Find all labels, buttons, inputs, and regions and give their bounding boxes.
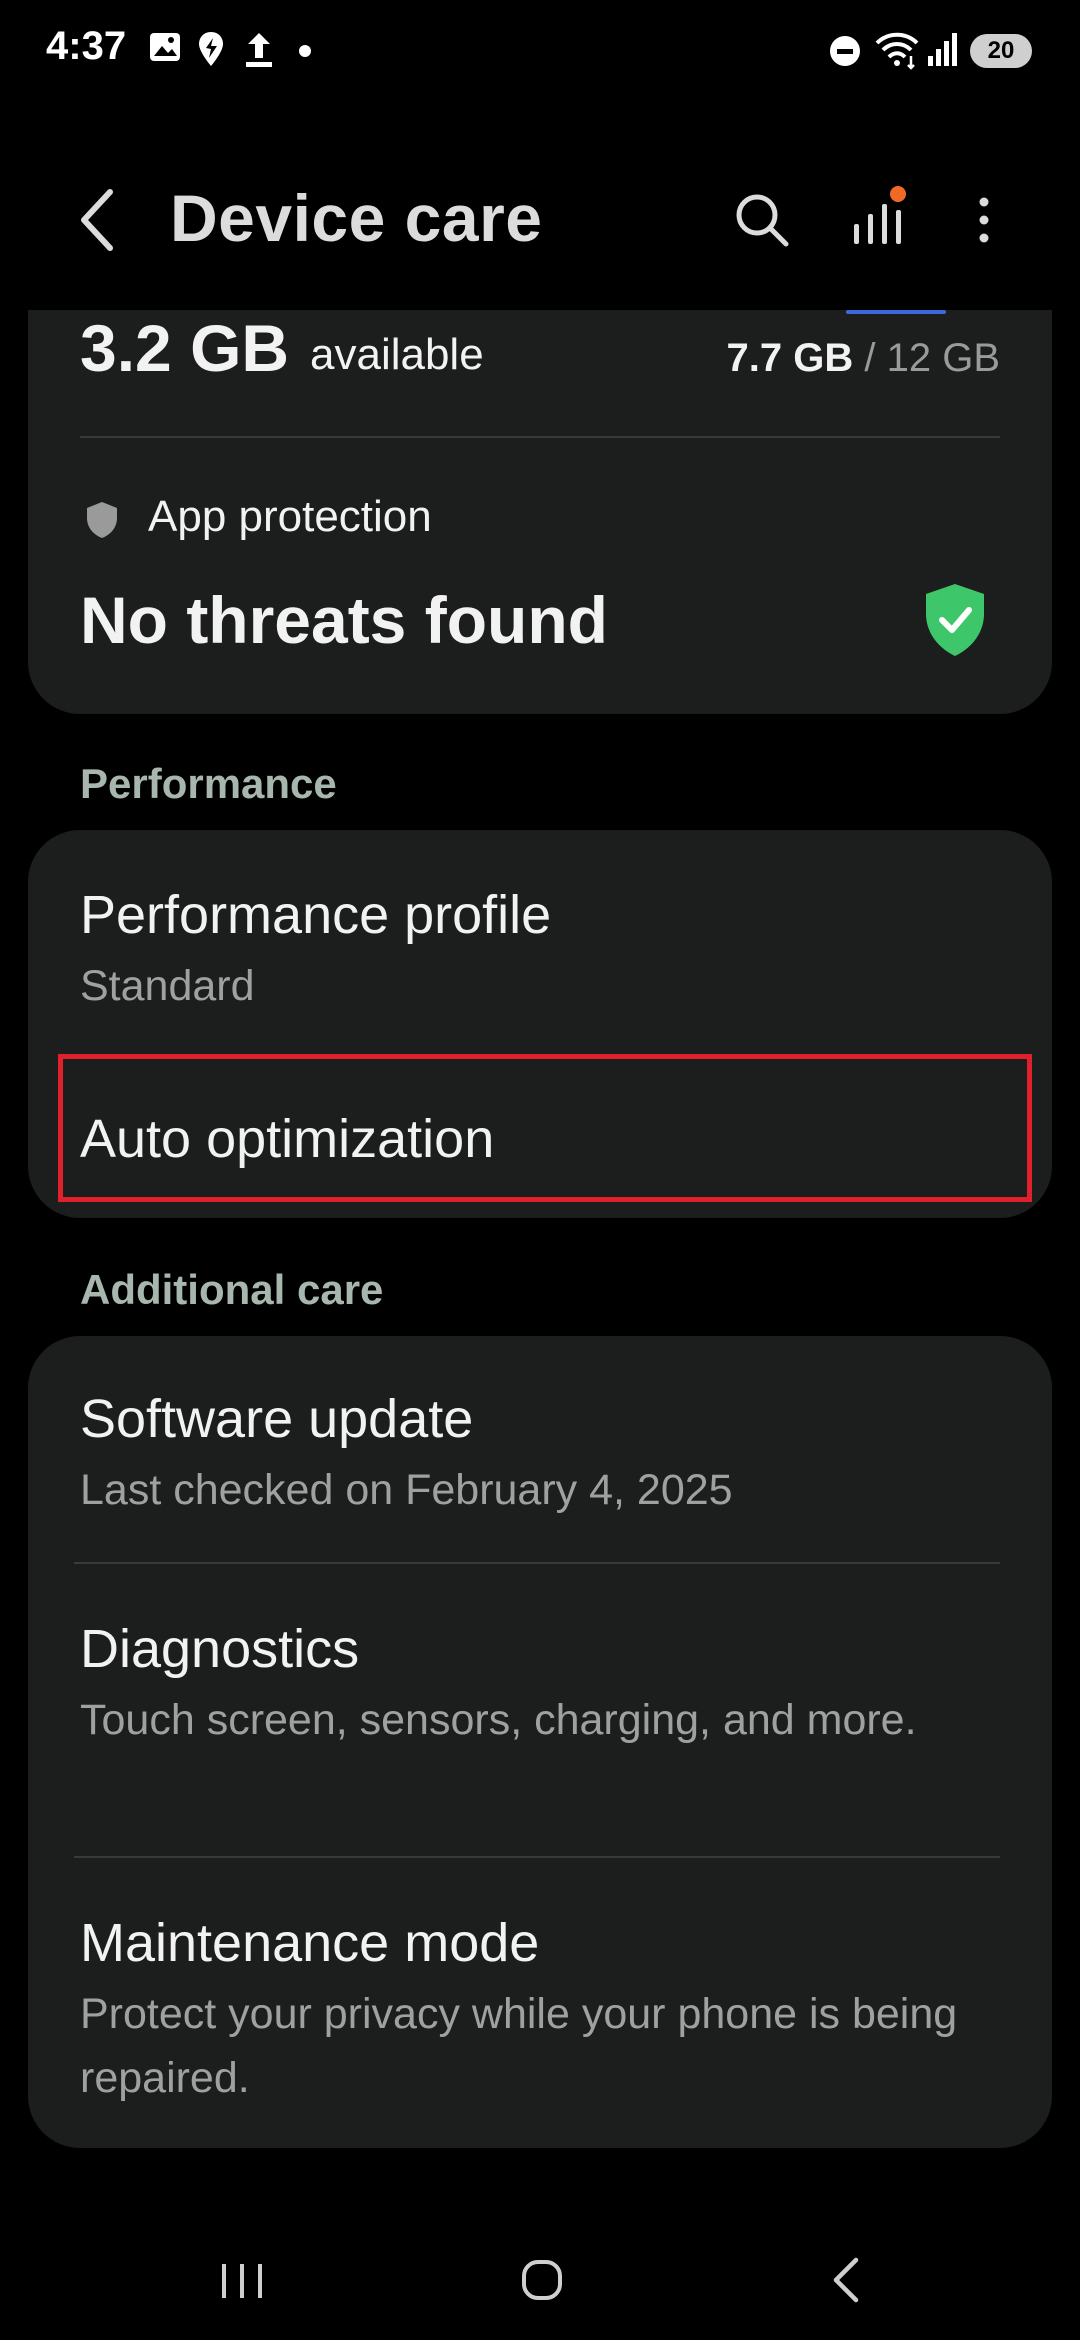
dot-icon bbox=[299, 45, 311, 57]
performance-profile-title: Performance profile bbox=[80, 885, 552, 945]
highlight-box bbox=[58, 1054, 1032, 1202]
search-icon[interactable] bbox=[732, 190, 792, 250]
memory-separator: / bbox=[864, 336, 876, 380]
section-header-additional-care: Additional care bbox=[80, 1266, 384, 1313]
location-icon bbox=[199, 32, 223, 66]
more-options-icon[interactable] bbox=[954, 190, 1014, 250]
status-bar: 4:37 20 bbox=[0, 0, 1080, 104]
dnd-icon bbox=[830, 36, 860, 66]
diagnostics-subtitle: Touch screen, sensors, charging, and mor… bbox=[80, 1696, 917, 1744]
memory-used: 7.7 GB bbox=[726, 336, 854, 380]
notification-dot bbox=[890, 186, 906, 202]
memory-usage: 7.7 GB / 12 GB bbox=[727, 336, 1001, 381]
recent-apps-icon[interactable] bbox=[202, 2250, 282, 2310]
gallery-icon bbox=[150, 33, 180, 61]
memory-available-value: 3.2 GB bbox=[80, 311, 290, 385]
back-icon[interactable] bbox=[70, 182, 130, 258]
page-title: Device care bbox=[170, 181, 543, 255]
app-protection-label: App protection bbox=[148, 492, 432, 541]
app-protection-status: No threats found bbox=[80, 583, 608, 657]
memory-total: 12 GB bbox=[886, 336, 1000, 380]
wifi-icon bbox=[875, 32, 919, 70]
maintenance-mode-title: Maintenance mode bbox=[80, 1913, 540, 1973]
memory-progress-edge bbox=[846, 310, 946, 314]
navigation-bar bbox=[0, 2220, 1080, 2340]
stats-icon[interactable] bbox=[846, 184, 912, 250]
additional-care-card: Software update Last checked on February… bbox=[28, 1336, 1052, 2148]
device-care-screen: 4:37 20 Device care 3.2 GB available 7.7… bbox=[0, 0, 1080, 2340]
home-icon[interactable] bbox=[502, 2250, 582, 2310]
divider bbox=[80, 436, 1000, 438]
performance-profile-subtitle: Standard bbox=[80, 962, 255, 1010]
app-bar: Device care bbox=[0, 160, 1080, 280]
maintenance-mode-subtitle: Protect your privacy while your phone is… bbox=[80, 1990, 958, 2102]
status-card: 3.2 GB available 7.7 GB / 12 GB App prot… bbox=[28, 310, 1052, 714]
shield-icon bbox=[87, 502, 117, 538]
section-header-performance: Performance bbox=[80, 760, 337, 807]
shield-check-icon bbox=[926, 584, 984, 656]
battery-icon: 20 bbox=[970, 34, 1032, 68]
upload-icon bbox=[246, 33, 272, 67]
divider bbox=[74, 1856, 1000, 1858]
status-time: 4:37 bbox=[46, 24, 127, 68]
software-update-title: Software update bbox=[80, 1389, 474, 1449]
divider bbox=[74, 1562, 1000, 1564]
back-nav-icon[interactable] bbox=[806, 2250, 886, 2310]
signal-icon bbox=[928, 33, 957, 66]
memory-available-label: available bbox=[310, 330, 484, 379]
diagnostics-title: Diagnostics bbox=[80, 1619, 360, 1679]
software-update-subtitle: Last checked on February 4, 2025 bbox=[80, 1466, 733, 1514]
